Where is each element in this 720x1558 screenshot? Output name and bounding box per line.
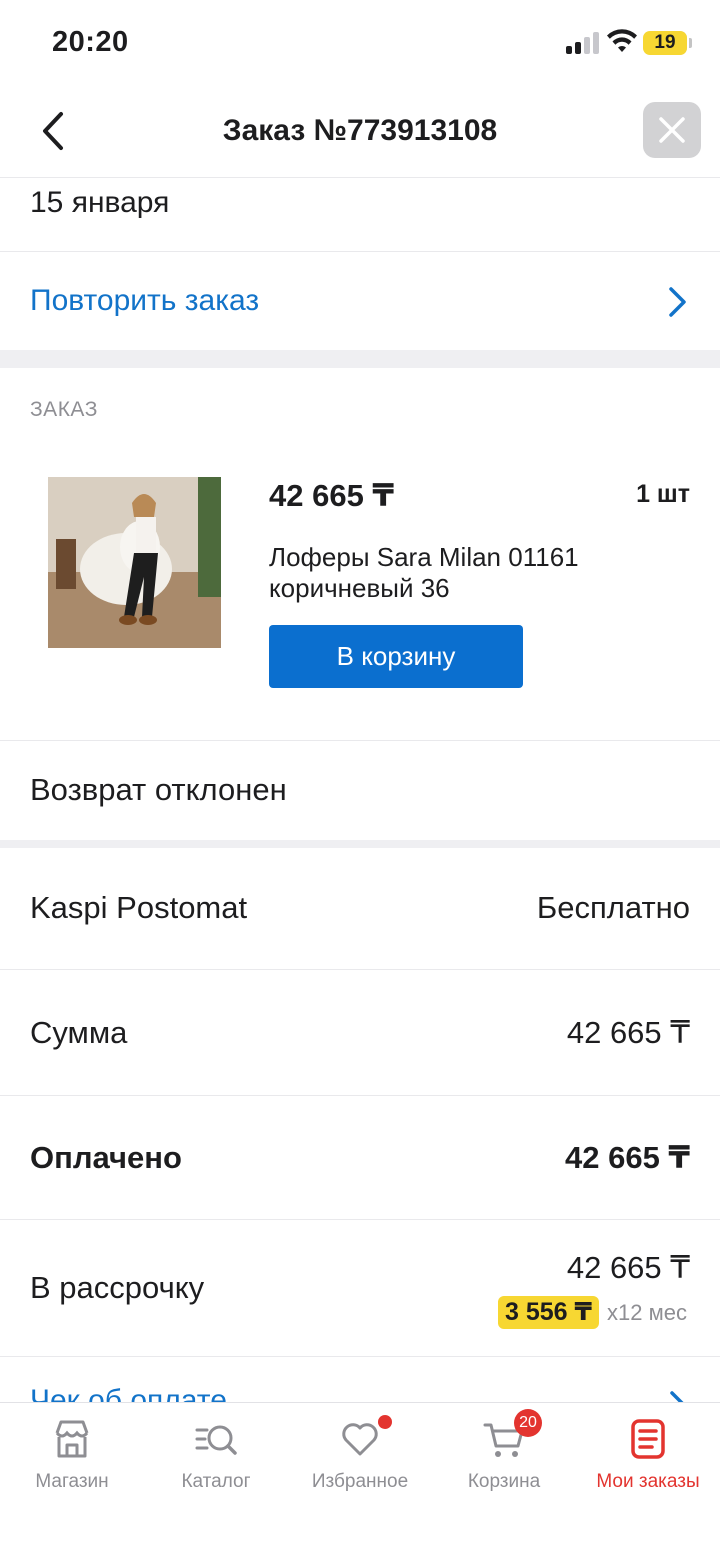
close-button[interactable] <box>643 102 701 158</box>
section-separator <box>0 840 720 848</box>
tab-label: Избранное <box>311 1471 409 1492</box>
add-to-cart-button[interactable]: В корзину <box>269 625 523 688</box>
catalog-search-icon <box>195 1425 237 1455</box>
item-name[interactable]: Лоферы Sara Milan 01161 коричневый 36 <box>269 542 669 604</box>
installment-value: 42 665 ₸ <box>566 1250 690 1285</box>
sum-value: 42 665 ₸ <box>566 1015 690 1050</box>
tab-label: Магазин <box>35 1471 109 1492</box>
battery-tip <box>689 38 692 48</box>
tab-cart[interactable]: 20 Корзина <box>432 1403 576 1513</box>
delivery-value: Бесплатно <box>536 890 690 925</box>
chevron-right-icon <box>669 287 686 317</box>
product-image[interactable] <box>48 477 221 648</box>
order-date: 15 января <box>30 186 170 219</box>
close-icon <box>659 117 685 143</box>
return-status: Возврат отклонен <box>30 772 287 807</box>
sum-label: Сумма <box>30 1015 128 1050</box>
status-bar: 20:20 19 <box>0 0 720 88</box>
heart-icon <box>342 1423 378 1456</box>
repeat-order-row[interactable]: Повторить заказ <box>0 252 720 350</box>
wifi-icon <box>607 29 637 52</box>
delivery-label: Kaspi Postomat <box>30 890 248 925</box>
status-time: 20:20 <box>52 26 129 58</box>
tab-favorites[interactable]: Избранное <box>288 1403 432 1513</box>
divider <box>0 969 720 970</box>
tab-label: Каталог <box>181 1471 251 1492</box>
divider <box>0 740 720 741</box>
tab-label: Мои заказы <box>596 1471 700 1492</box>
installment-term: x12 мес <box>607 1300 687 1325</box>
installment-label: В рассрочку <box>30 1270 205 1305</box>
installment-monthly-badge: 3 556 ₸ <box>498 1296 599 1329</box>
divider <box>0 1219 720 1220</box>
notification-dot <box>378 1415 392 1429</box>
tab-my-orders[interactable]: Мои заказы <box>576 1403 720 1513</box>
battery-level: 19 <box>643 31 687 55</box>
tab-catalog[interactable]: Каталог <box>144 1403 288 1513</box>
order-date-row: 15 января <box>0 178 720 252</box>
item-price: 42 665 ₸ <box>269 478 394 513</box>
paid-value: 42 665 ₸ <box>565 1140 690 1175</box>
store-icon <box>55 1420 89 1458</box>
tab-bar: Магазин Каталог Избранное 20 Корзина Мои… <box>0 1402 720 1558</box>
item-quantity: 1 шт <box>636 480 690 508</box>
nav-header: Заказ №773913108 <box>0 88 720 178</box>
order-section-label: ЗАКАЗ <box>30 398 98 421</box>
cart-count-badge: 20 <box>514 1409 542 1437</box>
section-separator <box>0 350 720 368</box>
tab-store[interactable]: Магазин <box>0 1403 144 1513</box>
divider <box>0 1356 720 1357</box>
cellular-signal-icon <box>566 32 600 54</box>
tab-label: Корзина <box>467 1471 541 1492</box>
divider <box>0 1095 720 1096</box>
repeat-order-label: Повторить заказ <box>30 284 260 317</box>
paid-label: Оплачено <box>30 1140 182 1175</box>
page-title: Заказ №773913108 <box>222 114 498 147</box>
orders-icon <box>631 1419 665 1459</box>
product-photo <box>48 477 221 648</box>
